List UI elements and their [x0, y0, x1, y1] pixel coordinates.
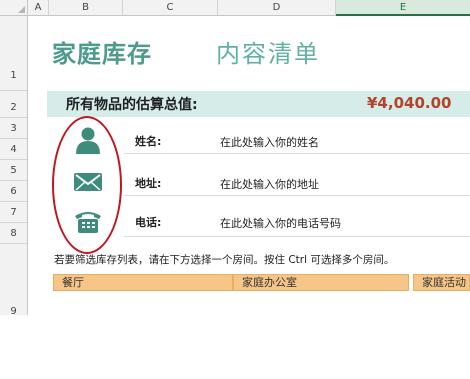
- row-header-6[interactable]: 6: [0, 181, 27, 202]
- select-all-corner[interactable]: [0, 0, 28, 15]
- row-header-3[interactable]: 3: [0, 118, 27, 139]
- column-header-bar: A B C D E: [0, 0, 470, 16]
- slicer-item-dining-room[interactable]: 餐厅: [53, 274, 233, 291]
- column-header-a[interactable]: A: [28, 0, 49, 15]
- select-all-triangle-icon: [18, 6, 25, 13]
- summary-value[interactable]: ¥4,040.00: [367, 94, 451, 112]
- title-main: 家庭库存: [52, 40, 152, 68]
- summary-label: 所有物品的估算总值:: [66, 97, 198, 113]
- row-header-9[interactable]: 9: [0, 244, 27, 317]
- filter-hint: 若要筛选库存列表，请在下方选择一个房间。按住 Ctrl 可选择多个房间。: [54, 254, 395, 266]
- address-label: 地址:: [135, 177, 162, 190]
- column-header-c[interactable]: C: [123, 0, 218, 15]
- phone-input[interactable]: 在此处输入你的电话号码: [220, 215, 341, 231]
- name-input[interactable]: 在此处输入你的姓名: [220, 134, 319, 150]
- row-header-5[interactable]: 5: [0, 160, 27, 181]
- column-header-d[interactable]: D: [218, 0, 336, 15]
- slicer-item-family-room[interactable]: 家庭活动: [413, 274, 470, 291]
- title-sub: 内容清单: [216, 40, 320, 68]
- row-header-2[interactable]: 2: [0, 91, 27, 118]
- name-label: 姓名:: [135, 135, 162, 148]
- address-input[interactable]: 在此处输入你的地址: [220, 176, 319, 192]
- phone-label: 电话:: [135, 216, 162, 229]
- row-header-1[interactable]: 1: [0, 16, 27, 91]
- row-header-7[interactable]: 7: [0, 202, 27, 223]
- column-header-b[interactable]: B: [49, 0, 123, 15]
- highlight-circle: [52, 116, 122, 254]
- column-header-e[interactable]: E: [336, 0, 470, 16]
- slicer-item-home-office[interactable]: 家庭办公室: [233, 274, 409, 291]
- row-header-4[interactable]: 4: [0, 139, 27, 160]
- row-header-bar: 1 2 3 4 5 6 7 8 9: [0, 16, 28, 317]
- row-header-8[interactable]: 8: [0, 223, 27, 244]
